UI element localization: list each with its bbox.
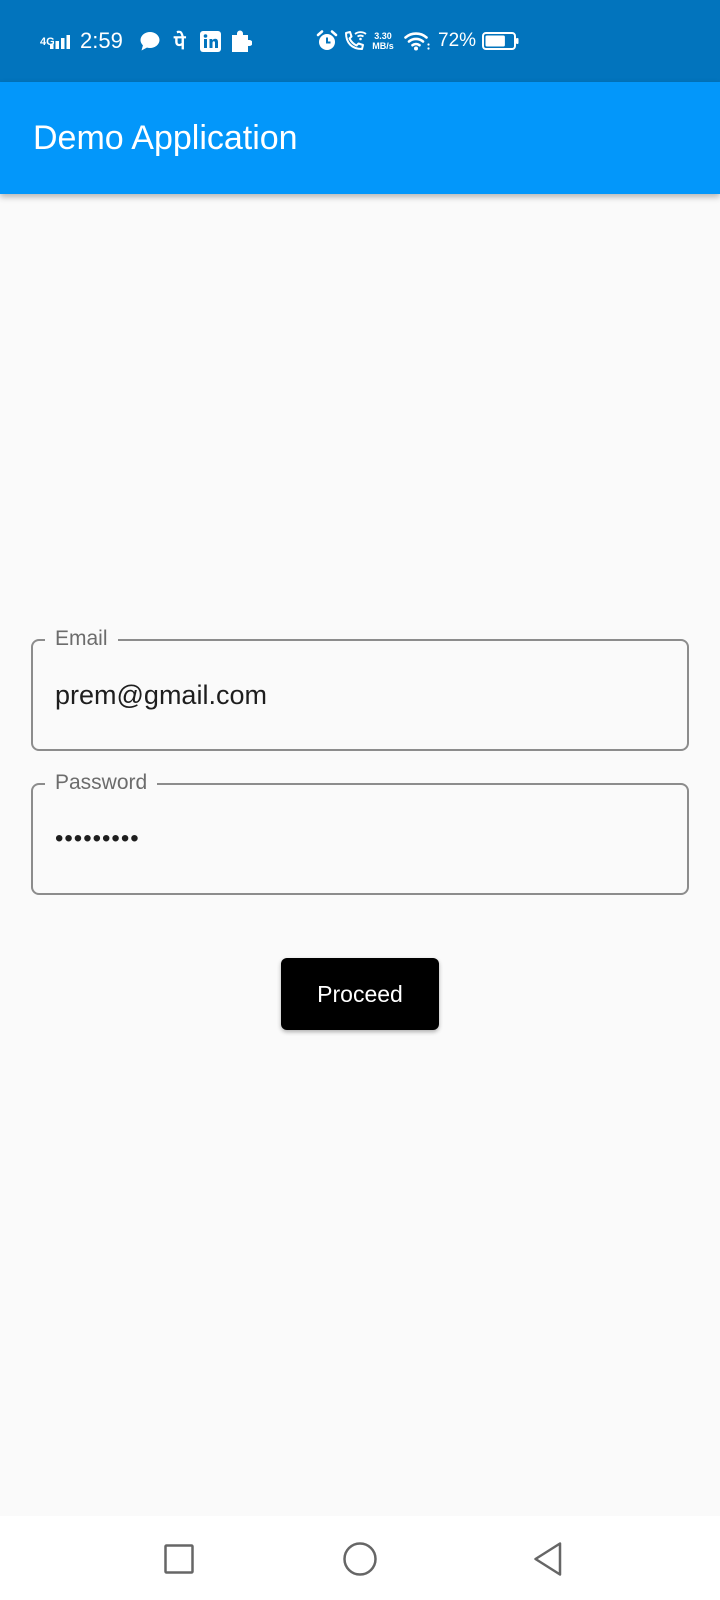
back-icon[interactable] — [525, 1536, 571, 1582]
signal-icon — [50, 0, 72, 82]
status-time: 2:59 — [80, 28, 123, 53]
password-field-value[interactable]: ••••••••• — [55, 785, 140, 893]
system-nav-bar — [0, 1516, 720, 1600]
chat-icon — [139, 0, 161, 82]
net-speed-value: 3.30 — [374, 31, 392, 41]
recents-icon[interactable] — [156, 1536, 202, 1582]
email-field[interactable]: Email prem@gmail.com — [31, 625, 689, 751]
status-bar: 4G 2:59 पे 3.30 MB/s 72% — [0, 0, 720, 82]
wifi-call-icon — [343, 0, 367, 82]
email-field-value[interactable]: prem@gmail.com — [55, 641, 267, 749]
alarm-icon — [316, 0, 338, 82]
home-icon[interactable] — [337, 1536, 383, 1582]
proceed-button[interactable]: Proceed — [281, 958, 439, 1030]
net-speed: 3.30 MB/s — [370, 0, 396, 82]
app-title: Demo Application — [33, 118, 298, 157]
puzzle-icon — [230, 0, 252, 82]
battery-icon — [482, 0, 520, 82]
password-field[interactable]: Password ••••••••• — [31, 769, 689, 895]
app-bar: Demo Application — [0, 82, 720, 194]
wifi-icon — [404, 0, 430, 82]
devanagari-app-icon: पे — [174, 31, 186, 54]
linkedin-icon — [200, 0, 221, 82]
net-speed-unit: MB/s — [372, 41, 394, 51]
battery-percent: 72% — [438, 30, 477, 51]
